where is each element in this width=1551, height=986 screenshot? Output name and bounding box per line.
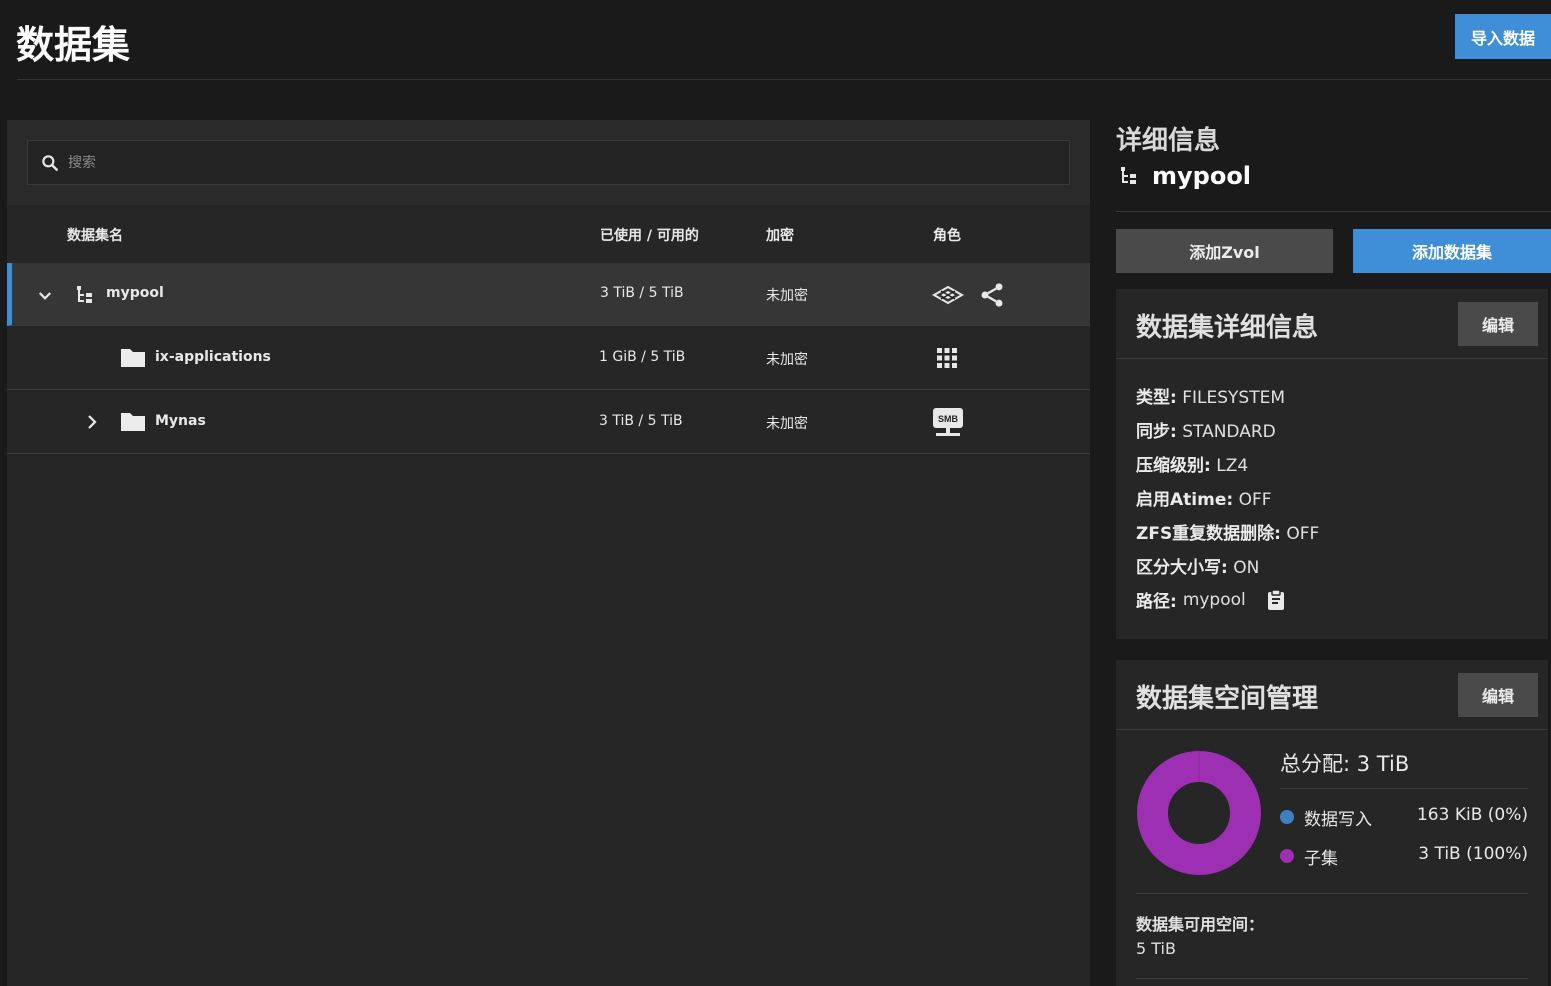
dataset-row-mynas[interactable]: Mynas 3 TiB / 5 TiB 未加密 SMB bbox=[7, 391, 1090, 454]
search-input[interactable] bbox=[68, 154, 968, 171]
details-pool: mypool bbox=[1118, 162, 1251, 190]
detail-dedup: ZFS重复数据删除: OFF bbox=[1136, 524, 1320, 544]
dataset-encryption: 未加密 bbox=[766, 352, 808, 368]
details-divider bbox=[1116, 211, 1551, 212]
page-title: 数据集 bbox=[16, 23, 131, 67]
edit-details-button[interactable]: 编辑 bbox=[1458, 302, 1538, 346]
dataset-usage: 3 TiB / 5 TiB bbox=[600, 285, 684, 301]
space-donut-chart bbox=[1137, 751, 1261, 875]
chevron-down-icon[interactable] bbox=[36, 287, 54, 305]
column-header-roles[interactable]: 角色 bbox=[933, 225, 961, 245]
clipboard-icon[interactable] bbox=[1266, 588, 1286, 611]
card-title: 数据集详细信息 bbox=[1136, 313, 1319, 343]
apps-grid-icon bbox=[937, 348, 957, 368]
legend-data-written: 数据写入 163 KiB (0%) bbox=[1280, 805, 1528, 830]
total-allocation: 总分配: 3 TiB bbox=[1280, 752, 1410, 776]
dataset-details-card: 数据集详细信息 编辑 类型: FILESYSTEM 同步: STANDARD 压… bbox=[1116, 289, 1548, 639]
detail-case-sensitivity: 区分大小写: ON bbox=[1136, 558, 1260, 578]
smb-label: SMB bbox=[938, 414, 959, 424]
details-pool-name: mypool bbox=[1152, 162, 1252, 190]
dataset-name: mypool bbox=[106, 285, 164, 301]
folder-icon bbox=[121, 349, 145, 367]
pool-tree-icon bbox=[1121, 167, 1136, 184]
detail-type: 类型: FILESYSTEM bbox=[1136, 388, 1285, 408]
detail-path: 路径: mypool bbox=[1136, 587, 1286, 612]
legend-children: 子集 3 TiB (100%) bbox=[1280, 844, 1528, 869]
detail-atime: 启用Atime: OFF bbox=[1136, 490, 1272, 510]
chevron-right-icon[interactable] bbox=[83, 413, 101, 431]
dataset-role-icon bbox=[932, 285, 964, 305]
header-divider bbox=[17, 79, 1551, 80]
space-management-card: 数据集空间管理 编辑 总分配: 3 TiB 数据写入 163 KiB (0%) … bbox=[1116, 660, 1548, 986]
allocation-divider bbox=[1280, 788, 1528, 789]
detail-compression: 压缩级别: LZ4 bbox=[1136, 456, 1249, 476]
column-header-name[interactable]: 数据集名 bbox=[67, 225, 123, 245]
available-space-value: 5 TiB bbox=[1136, 939, 1176, 958]
dataset-row-mypool[interactable]: mypool 3 TiB / 5 TiB 未加密 bbox=[7, 263, 1090, 326]
card-header: 数据集详细信息 编辑 bbox=[1116, 289, 1548, 359]
dataset-tree-panel: 数据集名 已使用 / 可用的 加密 角色 mypool 3 TiB / 5 Ti… bbox=[7, 120, 1090, 986]
available-space-label: 数据集可用空间： bbox=[1136, 915, 1265, 934]
dataset-encryption: 未加密 bbox=[766, 416, 808, 432]
dataset-usage: 1 GiB / 5 TiB bbox=[599, 349, 686, 365]
import-data-button[interactable]: 导入数据 bbox=[1455, 14, 1551, 59]
dataset-encryption: 未加密 bbox=[766, 288, 808, 304]
card-title: 数据集空间管理 bbox=[1136, 684, 1319, 714]
dataset-usage: 3 TiB / 5 TiB bbox=[599, 413, 683, 429]
add-dataset-button[interactable]: 添加数据集 bbox=[1353, 229, 1551, 273]
folder-icon bbox=[121, 413, 145, 431]
card-header: 数据集空间管理 编辑 bbox=[1116, 660, 1548, 730]
share-icon bbox=[981, 283, 1003, 307]
search-bar bbox=[7, 120, 1090, 205]
column-header-encryption[interactable]: 加密 bbox=[766, 225, 794, 245]
legend-dot bbox=[1280, 810, 1294, 824]
search-box[interactable] bbox=[27, 140, 1070, 185]
edit-space-button[interactable]: 编辑 bbox=[1458, 673, 1538, 717]
pool-tree-icon bbox=[77, 286, 92, 303]
smb-share-icon: SMB bbox=[932, 406, 964, 438]
bottom-divider bbox=[1136, 978, 1528, 979]
legend-dot bbox=[1280, 849, 1294, 863]
space-divider bbox=[1136, 893, 1528, 894]
search-icon bbox=[42, 154, 58, 171]
details-title: 详细信息 bbox=[1116, 126, 1221, 156]
table-header: 数据集名 已使用 / 可用的 加密 角色 bbox=[7, 205, 1090, 263]
detail-sync: 同步: STANDARD bbox=[1136, 422, 1276, 442]
dataset-row-ix-applications[interactable]: ix-applications 1 GiB / 5 TiB 未加密 bbox=[7, 327, 1090, 390]
dataset-name: Mynas bbox=[155, 413, 206, 429]
add-zvol-button[interactable]: 添加Zvol bbox=[1116, 229, 1333, 273]
dataset-name: ix-applications bbox=[155, 349, 271, 365]
column-header-usage[interactable]: 已使用 / 可用的 bbox=[600, 225, 699, 245]
